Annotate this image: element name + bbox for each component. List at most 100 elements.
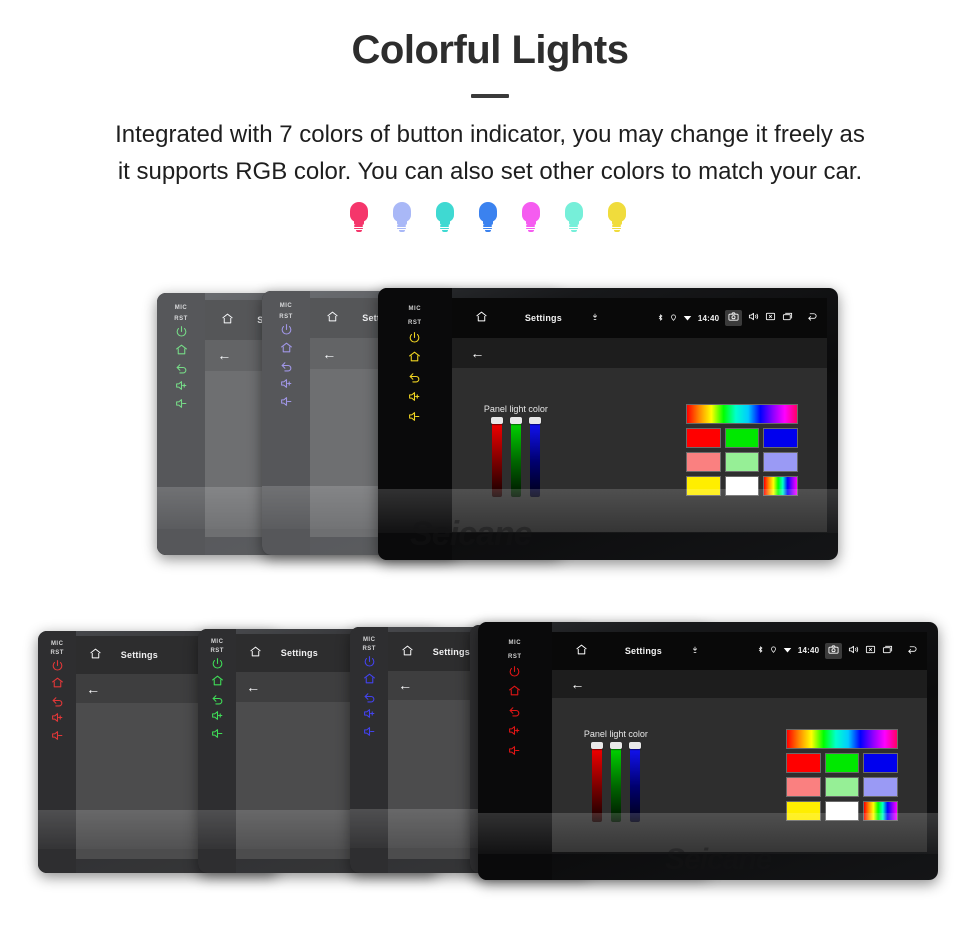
- home-icon[interactable]: [221, 312, 234, 328]
- blue-slider[interactable]: [628, 741, 641, 822]
- car-stereo-device[interactable]: MIC RST Settings 14:40 ← Panel light color: [478, 622, 938, 880]
- back-arrow-icon[interactable]: [805, 311, 819, 325]
- back-arrow-icon[interactable]: ←: [86, 682, 100, 696]
- color-swatch[interactable]: [686, 451, 721, 472]
- volume-down-icon[interactable]: [363, 725, 376, 740]
- back-arrow-icon[interactable]: ←: [570, 677, 584, 691]
- power-icon[interactable]: [175, 325, 188, 340]
- volume-down-icon[interactable]: [508, 744, 521, 759]
- home-icon[interactable]: [326, 310, 339, 326]
- volume-down-icon[interactable]: [408, 410, 421, 425]
- back-arrow-icon[interactable]: [905, 644, 919, 658]
- red-slider-thumb[interactable]: [590, 741, 603, 749]
- back-icon[interactable]: [51, 694, 64, 709]
- back-icon[interactable]: [211, 692, 224, 707]
- bluetooth-icon[interactable]: [757, 645, 764, 656]
- rainbow-gradient-bar[interactable]: [686, 403, 799, 424]
- color-swatch[interactable]: [824, 800, 860, 821]
- color-swatch[interactable]: [686, 475, 721, 496]
- home-icon[interactable]: [51, 676, 64, 691]
- green-slider-thumb[interactable]: [509, 416, 522, 424]
- color-swatch[interactable]: [724, 451, 760, 472]
- home-icon[interactable]: [401, 644, 414, 660]
- back-icon[interactable]: [363, 690, 376, 705]
- location-icon[interactable]: [670, 313, 677, 324]
- camera-icon[interactable]: [825, 642, 843, 659]
- volume-down-icon[interactable]: [280, 395, 293, 410]
- home-icon[interactable]: [280, 341, 293, 356]
- back-arrow-icon[interactable]: ←: [246, 680, 260, 694]
- color-swatch[interactable]: [824, 776, 860, 797]
- home-icon[interactable]: [89, 647, 102, 663]
- green-slider-thumb[interactable]: [609, 741, 622, 749]
- color-swatch[interactable]: [686, 427, 721, 448]
- color-swatch[interactable]: [863, 752, 898, 773]
- home-icon[interactable]: [475, 310, 488, 326]
- color-swatch[interactable]: [724, 475, 760, 496]
- back-icon[interactable]: [508, 704, 521, 719]
- wifi-icon[interactable]: [683, 313, 692, 324]
- volume-down-icon[interactable]: [175, 397, 188, 412]
- color-swatch[interactable]: [863, 776, 898, 797]
- blue-slider-thumb[interactable]: [528, 416, 541, 424]
- back-icon[interactable]: [280, 359, 293, 374]
- power-icon[interactable]: [363, 655, 376, 670]
- wifi-icon[interactable]: [783, 645, 792, 656]
- volume-up-icon[interactable]: [175, 379, 188, 394]
- volume-up-icon[interactable]: [280, 377, 293, 392]
- back-arrow-icon[interactable]: ←: [217, 348, 231, 362]
- power-icon[interactable]: [280, 323, 293, 338]
- home-icon[interactable]: [575, 643, 588, 659]
- color-swatch[interactable]: [786, 800, 821, 821]
- location-icon[interactable]: [770, 645, 777, 656]
- close-box-icon[interactable]: [865, 644, 876, 658]
- power-icon[interactable]: [508, 665, 521, 680]
- recents-icon[interactable]: [782, 311, 793, 325]
- home-icon[interactable]: [363, 672, 376, 687]
- back-arrow-icon[interactable]: ←: [322, 347, 336, 361]
- color-swatch[interactable]: [763, 427, 798, 448]
- back-arrow-icon[interactable]: ←: [470, 346, 484, 360]
- blue-slider[interactable]: [528, 416, 541, 497]
- volume-up-icon[interactable]: [363, 707, 376, 722]
- volume-icon[interactable]: [748, 311, 759, 325]
- color-swatch[interactable]: [786, 776, 821, 797]
- volume-down-icon[interactable]: [51, 729, 64, 744]
- color-swatch[interactable]: [863, 800, 898, 821]
- home-icon[interactable]: [408, 350, 421, 365]
- volume-up-icon[interactable]: [508, 724, 521, 739]
- volume-up-icon[interactable]: [51, 711, 64, 726]
- color-swatch[interactable]: [824, 752, 860, 773]
- car-stereo-device[interactable]: MIC RST Settings 14:40 ← Panel light color: [378, 288, 838, 560]
- power-icon[interactable]: [211, 657, 224, 672]
- home-icon[interactable]: [175, 343, 188, 358]
- color-swatch[interactable]: [786, 752, 821, 773]
- close-box-icon[interactable]: [765, 311, 776, 325]
- green-slider[interactable]: [609, 741, 622, 822]
- volume-down-icon[interactable]: [211, 727, 224, 742]
- color-swatch[interactable]: [763, 451, 798, 472]
- bluetooth-icon[interactable]: [657, 313, 664, 324]
- back-icon[interactable]: [175, 361, 188, 376]
- recents-icon[interactable]: [882, 644, 893, 658]
- microphone-icon[interactable]: [591, 312, 599, 324]
- home-icon[interactable]: [508, 684, 521, 699]
- blue-slider-thumb[interactable]: [628, 741, 641, 749]
- volume-up-icon[interactable]: [211, 709, 224, 724]
- power-icon[interactable]: [51, 659, 64, 674]
- volume-icon[interactable]: [848, 644, 859, 658]
- green-slider[interactable]: [509, 416, 522, 497]
- microphone-icon[interactable]: [691, 645, 699, 657]
- back-arrow-icon[interactable]: ←: [398, 678, 412, 692]
- color-swatch[interactable]: [763, 475, 798, 496]
- rainbow-gradient-bar[interactable]: [786, 728, 899, 749]
- color-swatch[interactable]: [724, 427, 760, 448]
- power-icon[interactable]: [408, 331, 421, 346]
- camera-icon[interactable]: [725, 310, 743, 327]
- red-slider-thumb[interactable]: [490, 416, 503, 424]
- red-slider[interactable]: [590, 741, 603, 822]
- red-slider[interactable]: [490, 416, 503, 497]
- back-icon[interactable]: [408, 370, 421, 385]
- volume-up-icon[interactable]: [408, 390, 421, 405]
- home-icon[interactable]: [211, 674, 224, 689]
